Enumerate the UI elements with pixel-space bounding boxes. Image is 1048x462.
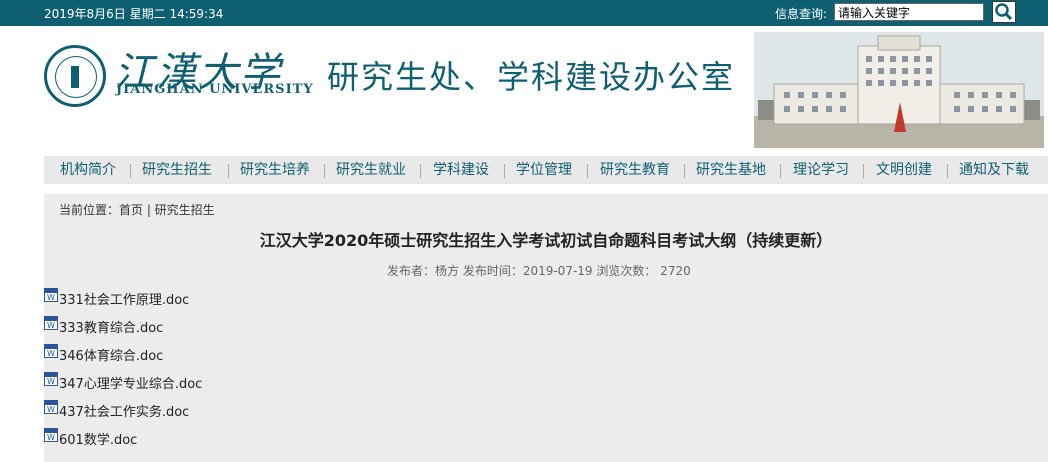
nav-divider (420, 164, 421, 178)
word-doc-icon: W (44, 400, 58, 414)
nav-item-theory[interactable]: 理论学习 (793, 156, 849, 184)
word-doc-icon: W (44, 428, 58, 442)
search-button[interactable] (992, 1, 1016, 23)
word-doc-icon: W (44, 316, 58, 330)
nav-item-education[interactable]: 研究生教育 (600, 156, 670, 184)
nav-item-degree[interactable]: 学位管理 (516, 156, 572, 184)
svg-text:W: W (47, 377, 55, 386)
nav-divider (947, 164, 948, 178)
file-name[interactable]: 346体育综合.doc (59, 345, 163, 364)
file-name[interactable]: 347心理学专业综合.doc (59, 373, 202, 392)
nav-divider (684, 164, 685, 178)
nav-divider (228, 164, 229, 178)
nav-item-institution[interactable]: 机构简介 (60, 156, 116, 184)
search-label: 信息查询: (775, 7, 828, 21)
nav-item-discipline[interactable]: 学科建设 (433, 156, 489, 184)
file-name[interactable]: 331社会工作原理.doc (59, 289, 189, 308)
nav-item-training[interactable]: 研究生培养 (240, 156, 310, 184)
current-datetime: 2019年8月6日 星期二 14:59:34 (44, 7, 224, 21)
main-nav: 机构简介 研究生招生 研究生培养 研究生就业 学科建设 学位管理 研究生教育 研… (44, 156, 1048, 184)
article-meta: 发布者：杨方 发布时间：2019-07-19 浏览次数： 2720 (387, 264, 691, 278)
nav-divider (863, 164, 864, 178)
nav-item-notices[interactable]: 通知及下载 (959, 156, 1029, 184)
word-doc-icon: W (44, 288, 58, 302)
university-name-en[interactable]: JIANGHAN UNIVERSITY (116, 82, 314, 97)
word-doc-icon: W (44, 344, 58, 358)
article-title: 江汉大学2020年硕士研究生招生入学考试初试自命题科目考试大纲（持续更新） (259, 231, 833, 250)
nav-item-civilization[interactable]: 文明创建 (876, 156, 932, 184)
nav-divider (324, 164, 325, 178)
nav-divider (504, 164, 505, 178)
nav-item-admissions[interactable]: 研究生招生 (142, 156, 212, 184)
svg-text:W: W (47, 321, 55, 330)
word-doc-icon: W (44, 372, 58, 386)
svg-text:W: W (47, 293, 55, 302)
university-seal-logo[interactable] (44, 45, 106, 107)
building-photo (754, 32, 1044, 148)
svg-text:W: W (47, 433, 55, 442)
breadcrumb[interactable]: 当前位置：首页 | 研究生招生 (59, 201, 215, 218)
top-bar: 2019年8月6日 星期二 14:59:34 信息查询: (0, 0, 1048, 26)
svg-text:W: W (47, 349, 55, 358)
search-icon (995, 3, 1013, 21)
nav-divider (587, 164, 588, 178)
search-input[interactable] (834, 3, 984, 21)
nav-item-base[interactable]: 研究生基地 (696, 156, 766, 184)
file-name[interactable]: 437社会工作实务.doc (59, 401, 189, 420)
nav-item-employment[interactable]: 研究生就业 (336, 156, 406, 184)
file-name[interactable]: 333教育综合.doc (59, 317, 163, 336)
svg-text:W: W (47, 405, 55, 414)
nav-divider (130, 164, 131, 178)
file-name[interactable]: 601数学.doc (59, 429, 137, 448)
office-title: 研究生处、学科建设办公室 (327, 58, 736, 96)
nav-divider (780, 164, 781, 178)
